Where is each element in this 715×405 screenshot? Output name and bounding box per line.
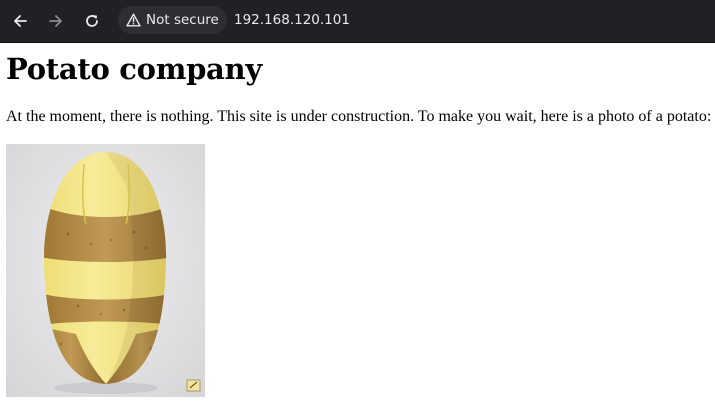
page-title: Potato company bbox=[6, 52, 262, 86]
address-bar[interactable]: Not secure 192.168.120.101 bbox=[118, 4, 715, 36]
reload-button[interactable] bbox=[79, 8, 105, 34]
reload-icon bbox=[86, 15, 98, 27]
potato-image bbox=[6, 144, 205, 397]
security-chip[interactable]: Not secure bbox=[118, 6, 227, 34]
back-button[interactable] bbox=[7, 8, 33, 34]
browser-toolbar: Not secure 192.168.120.101 bbox=[0, 0, 715, 43]
security-label: Not secure bbox=[146, 12, 219, 28]
forward-button[interactable] bbox=[43, 8, 69, 34]
potato-photo bbox=[6, 144, 205, 397]
url-text[interactable]: 192.168.120.101 bbox=[234, 12, 350, 28]
page-content: Potato company At the moment, there is n… bbox=[0, 44, 715, 405]
warning-triangle-icon bbox=[126, 13, 141, 27]
arrow-left-icon bbox=[14, 15, 27, 27]
arrow-right-icon bbox=[49, 15, 62, 27]
page-message: At the moment, there is nothing. This si… bbox=[6, 108, 712, 125]
